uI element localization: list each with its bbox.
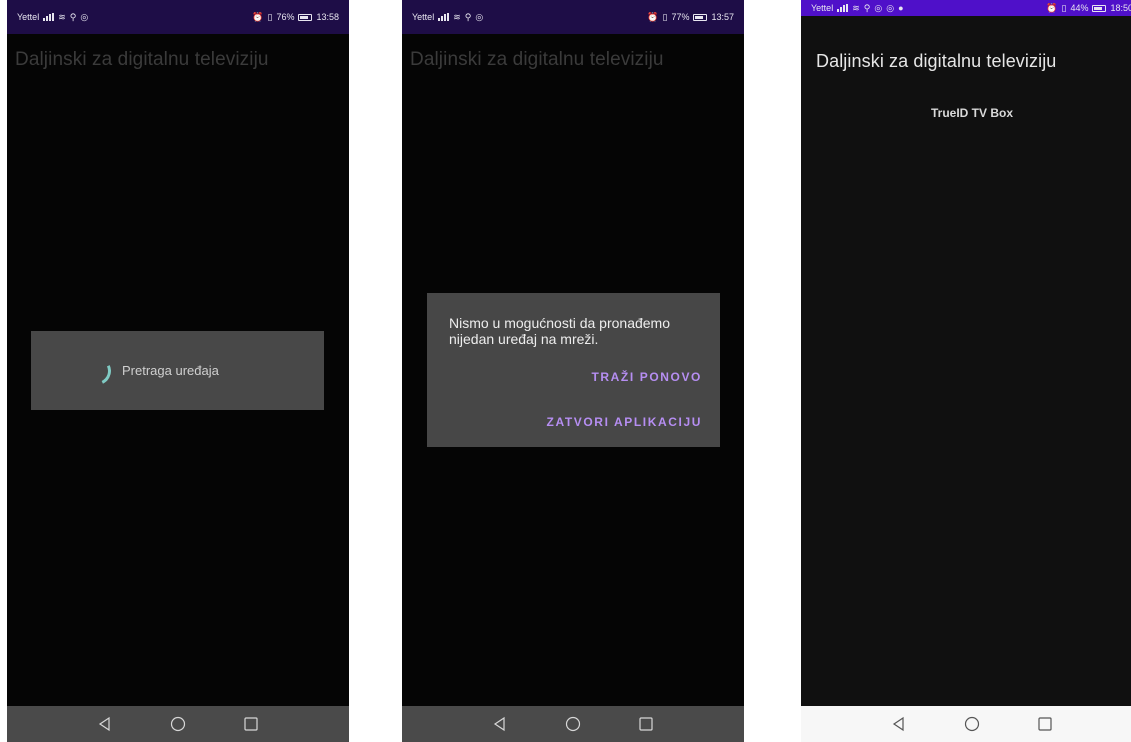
status-bar: Yettel ≋ ⚲ ◎ ⏰ ▯ 76% 13:58 bbox=[7, 0, 349, 34]
back-triangle-icon[interactable] bbox=[890, 715, 908, 733]
recents-square-icon[interactable] bbox=[242, 715, 260, 733]
app-title: Daljinski za digitalnu televiziju bbox=[410, 49, 664, 70]
progress-message: Pretraga uređaja bbox=[122, 363, 219, 378]
location-icon: ⚲ bbox=[464, 11, 472, 22]
navigation-bar bbox=[801, 706, 1131, 742]
status-bar: Yettel ≋ ⚲ ◎ ◎ ● ⏰ ▯ 44% 18:50 bbox=[801, 0, 1131, 16]
wifi-icon: ≋ bbox=[58, 11, 66, 22]
home-circle-icon[interactable] bbox=[169, 715, 187, 733]
battery-percent: 76% bbox=[276, 12, 295, 22]
back-triangle-icon[interactable] bbox=[96, 715, 114, 733]
recents-square-icon[interactable] bbox=[1036, 715, 1054, 733]
app-title: Daljinski za digitalnu televiziju bbox=[816, 51, 1057, 71]
alert-message: Nismo u mogućnosti da pronađemo nijedan … bbox=[449, 315, 671, 347]
wifi-icon: ≋ bbox=[852, 2, 860, 13]
retry-button[interactable]: TRAŽI PONOVO bbox=[591, 370, 702, 384]
carrier-label: Yettel bbox=[811, 3, 834, 13]
device-list-item[interactable]: TrueID TV Box bbox=[801, 106, 1131, 120]
alert-dialog: Nismo u mogućnosti da pronađemo nijedan … bbox=[427, 293, 720, 447]
whatsapp-icon: ◎ bbox=[874, 2, 883, 13]
chat-icon: ● bbox=[898, 2, 904, 13]
app-screen: Daljinski za digitalnu televiziju TrueID… bbox=[801, 16, 1131, 706]
clock: 18:50 bbox=[1110, 3, 1131, 13]
signal-icon bbox=[837, 4, 849, 12]
carrier-label: Yettel bbox=[412, 12, 435, 22]
phone-screen-device-list: Yettel ≋ ⚲ ◎ ◎ ● ⏰ ▯ 44% 18:50 Daljinski… bbox=[801, 0, 1131, 742]
carrier-label: Yettel bbox=[17, 12, 40, 22]
battery-icon bbox=[1092, 4, 1107, 12]
clock: 13:57 bbox=[711, 12, 734, 22]
phone-screen-searching: Yettel ≋ ⚲ ◎ ⏰ ▯ 76% 13:58 Daljinski za … bbox=[7, 0, 349, 742]
app-screen: Daljinski za digitalnu televiziju Pretra… bbox=[7, 34, 349, 706]
app-title: Daljinski za digitalnu televiziju bbox=[15, 49, 269, 70]
vibrate-icon: ▯ bbox=[267, 11, 273, 22]
navigation-bar bbox=[7, 706, 349, 742]
instagram-icon: ◎ bbox=[475, 11, 484, 22]
signal-icon bbox=[438, 13, 450, 21]
home-circle-icon[interactable] bbox=[963, 715, 981, 733]
app-screen: Daljinski za digitalnu televiziju Nismo … bbox=[402, 34, 744, 706]
vibrate-icon: ▯ bbox=[662, 11, 668, 22]
instagram-icon: ◎ bbox=[886, 2, 895, 13]
recents-square-icon[interactable] bbox=[637, 715, 655, 733]
battery-percent: 77% bbox=[671, 12, 690, 22]
usb-icon: ⚲ bbox=[863, 2, 871, 13]
location-icon: ⚲ bbox=[69, 11, 77, 22]
back-triangle-icon[interactable] bbox=[491, 715, 509, 733]
status-bar: Yettel ≋ ⚲ ◎ ⏰ ▯ 77% 13:57 bbox=[402, 0, 744, 34]
instagram-icon: ◎ bbox=[80, 11, 89, 22]
navigation-bar bbox=[402, 706, 744, 742]
close-app-button[interactable]: ZATVORI APLIKACIJU bbox=[547, 415, 702, 429]
loading-spinner-icon bbox=[79, 353, 115, 389]
battery-icon bbox=[693, 13, 708, 21]
progress-dialog: Pretraga uređaja bbox=[31, 331, 324, 410]
alarm-icon: ⏰ bbox=[1046, 2, 1058, 13]
home-circle-icon[interactable] bbox=[564, 715, 582, 733]
wifi-icon: ≋ bbox=[453, 11, 461, 22]
vibrate-icon: ▯ bbox=[1061, 2, 1067, 13]
clock: 13:58 bbox=[316, 12, 339, 22]
signal-icon bbox=[43, 13, 55, 21]
battery-icon bbox=[298, 13, 313, 21]
phone-screen-no-device: Yettel ≋ ⚲ ◎ ⏰ ▯ 77% 13:57 Daljinski za … bbox=[402, 0, 744, 742]
battery-percent: 44% bbox=[1070, 3, 1089, 13]
alarm-icon: ⏰ bbox=[252, 11, 264, 22]
alarm-icon: ⏰ bbox=[647, 11, 659, 22]
